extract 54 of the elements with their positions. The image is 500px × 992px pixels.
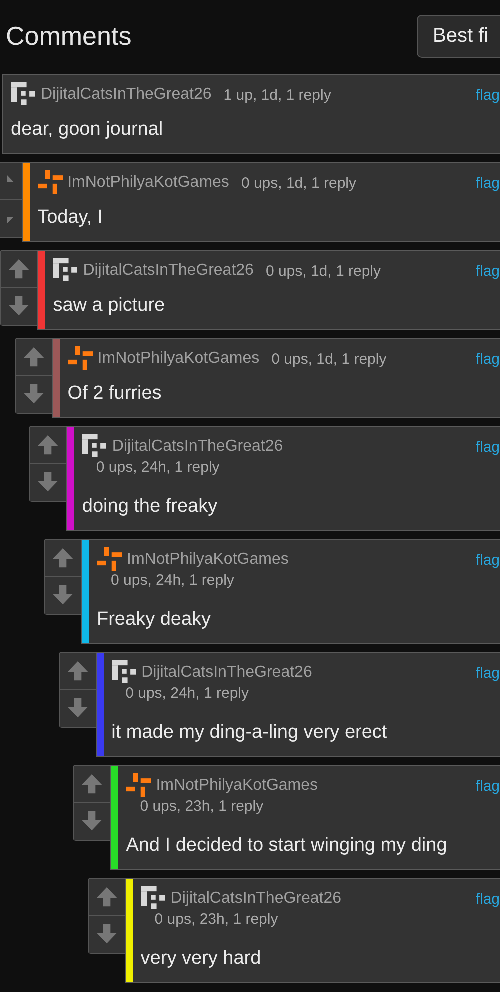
page-title: Comments [6, 20, 132, 52]
comment-stats: 0 ups, 1d, 1 reply [266, 262, 382, 280]
avatar-icon [97, 547, 123, 573]
avatar-icon [112, 660, 138, 686]
username-link[interactable]: ImNotPhilyaKotGames [127, 551, 289, 569]
flag-link[interactable]: flag [476, 552, 500, 568]
username-link[interactable]: DijitalCatsInTheGreat26 [83, 262, 254, 280]
avatar-icon [126, 773, 152, 799]
comment-stats: 0 ups, 24h, 1 reply [111, 572, 236, 589]
upvote-button[interactable] [30, 427, 66, 464]
flag-link[interactable]: flag [476, 174, 500, 192]
username-link[interactable]: ImNotPhilyaKotGames [98, 350, 260, 368]
upvote-button[interactable] [16, 339, 52, 376]
comment-text: Of 2 furries [68, 382, 163, 406]
flag-link[interactable]: flag [476, 664, 500, 682]
comment-text: it made my ding-a-ling very erect [112, 721, 388, 745]
comment-stats: 0 ups, 23h, 1 reply [140, 798, 265, 815]
avatar-icon [140, 886, 167, 912]
upvote-button[interactable] [74, 766, 110, 803]
comment-stats: 1 up, 1d, 1 reply [224, 86, 332, 104]
avatar-icon [68, 346, 94, 372]
comment-stats: 0 ups, 1d, 1 reply [272, 350, 387, 368]
comment-text: saw a picture [53, 294, 166, 318]
comment-stats: 0 ups, 23h, 1 reply [154, 911, 280, 928]
comment-text: very very hard [140, 947, 262, 971]
sort-button[interactable]: Best fi [417, 14, 500, 58]
username-link[interactable]: ImNotPhilyaKotGames [68, 174, 230, 192]
upvote-button[interactable] [60, 653, 96, 690]
flag-link[interactable]: flag [476, 890, 500, 908]
upvote-button[interactable] [45, 540, 81, 577]
username-link[interactable]: DijitalCatsInTheGreat26 [142, 664, 312, 682]
flag-link[interactable]: flag [476, 438, 500, 456]
avatar-icon [11, 82, 37, 108]
flag-link[interactable]: flag [476, 86, 500, 104]
username-link[interactable]: DijitalCatsInTheGreat26 [41, 86, 212, 104]
upvote-button[interactable] [88, 879, 125, 916]
avatar-icon [53, 258, 80, 284]
comment-text: doing the freaky [82, 495, 219, 519]
upvote-button[interactable] [1, 251, 38, 288]
comment-stats: 0 ups, 24h, 1 reply [126, 685, 250, 702]
comment-text: dear, goon journal [11, 118, 164, 142]
flag-link[interactable]: flag [476, 262, 500, 280]
username-link[interactable]: DijitalCatsInTheGreat26 [112, 438, 284, 456]
comment-text: Freaky deaky [97, 608, 212, 632]
comment-stats: 0 ups, 24h, 1 reply [96, 459, 221, 476]
comment-text: Today, I [38, 206, 104, 230]
comment-stats: 0 ups, 1d, 1 reply [241, 174, 357, 192]
avatar-icon [38, 170, 64, 196]
comment-text: And I decided to start winging my ding [126, 834, 448, 858]
username-link[interactable]: ImNotPhilyaKotGames [156, 777, 318, 795]
avatar-icon [82, 434, 108, 460]
flag-link[interactable]: flag [476, 350, 500, 368]
username-link[interactable]: DijitalCatsInTheGreat26 [170, 890, 342, 908]
flag-link[interactable]: flag [476, 778, 500, 794]
